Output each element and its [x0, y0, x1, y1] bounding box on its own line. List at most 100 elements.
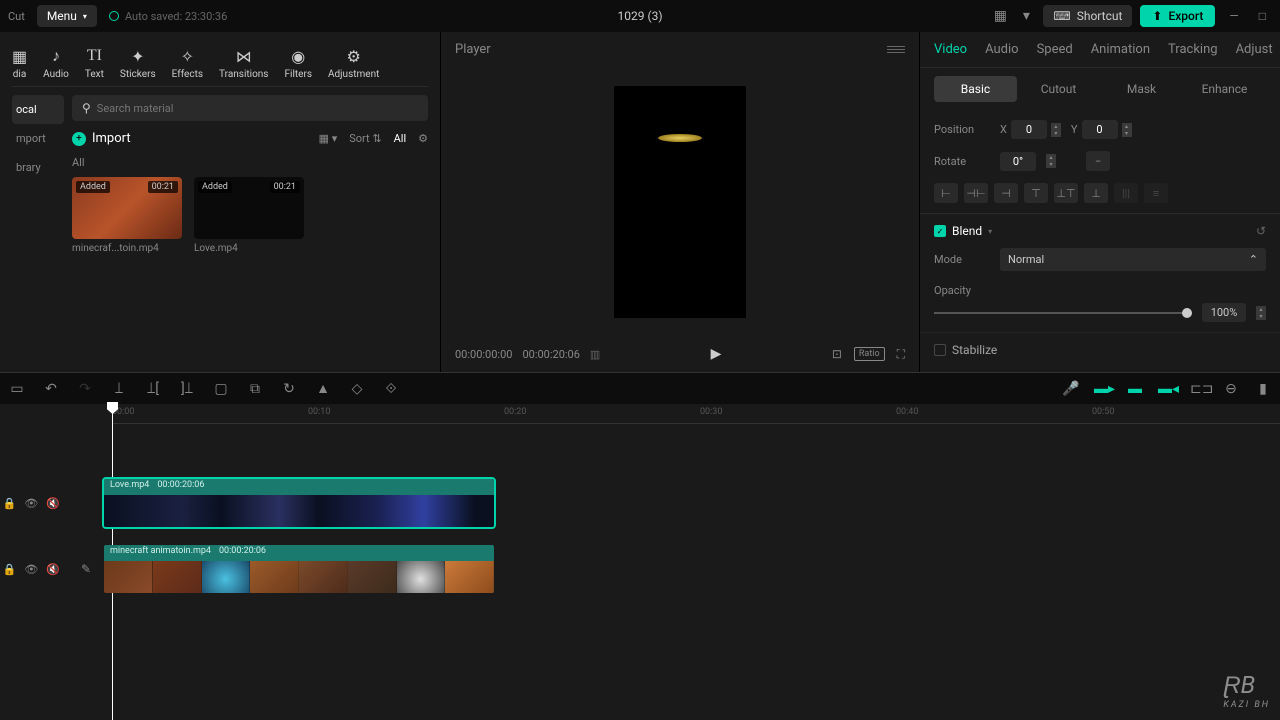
blend-checkbox[interactable]: ✓: [934, 225, 946, 237]
snapshot-icon[interactable]: ⊡: [832, 347, 842, 361]
layout-dropdown[interactable]: ▾: [1017, 8, 1035, 24]
track-lock-icon[interactable]: 🔒: [3, 563, 17, 576]
filter-all-button[interactable]: All: [394, 132, 407, 145]
subtab-cutout[interactable]: Cutout: [1017, 76, 1100, 102]
side-tab-local[interactable]: ocal: [12, 95, 64, 124]
side-tab-library[interactable]: brary: [12, 153, 64, 182]
nav-effects[interactable]: ✧Effects: [172, 46, 203, 80]
search-input-container[interactable]: ⚲: [72, 95, 428, 121]
x-step-up[interactable]: ▴: [1051, 123, 1061, 130]
stabilize-checkbox[interactable]: [934, 344, 946, 356]
filter-icon[interactable]: ⚙: [418, 132, 428, 145]
rotate-step-down[interactable]: ▾: [1046, 161, 1056, 168]
copy-icon[interactable]: ⧉: [246, 381, 264, 397]
ratio-button[interactable]: Ratio: [854, 347, 885, 361]
minimize-button[interactable]: —: [1223, 9, 1244, 23]
subtab-mask[interactable]: Mask: [1100, 76, 1183, 102]
media-item[interactable]: Added 00:21 Love.mp4: [194, 177, 304, 254]
opacity-value[interactable]: 100%: [1202, 303, 1246, 322]
delete-icon[interactable]: ▢: [212, 381, 230, 397]
undo-icon[interactable]: ↶: [42, 381, 60, 397]
shortcut-button[interactable]: ⌨ Shortcut: [1043, 5, 1132, 27]
nav-text[interactable]: TIText: [85, 46, 104, 80]
tab-video[interactable]: Video: [934, 42, 967, 57]
opacity-slider[interactable]: [934, 312, 1192, 314]
track-visible-icon[interactable]: 👁: [24, 563, 38, 576]
blend-mode-select[interactable]: Normal⌃: [1000, 248, 1266, 271]
fullscreen-icon[interactable]: ⛶: [897, 347, 905, 362]
timeline-clip[interactable]: Love.mp4 00:00:20:06: [102, 477, 496, 529]
layout-icon[interactable]: ▦: [991, 8, 1009, 24]
nav-transitions[interactable]: ⋈Transitions: [219, 46, 268, 80]
tab-audio[interactable]: Audio: [985, 42, 1018, 57]
reverse-icon[interactable]: ↻: [280, 381, 298, 397]
redo-icon[interactable]: ↷: [76, 381, 94, 397]
track-mute-icon[interactable]: 🔇: [46, 497, 60, 510]
menu-button[interactable]: Menu: [37, 5, 97, 27]
nav-filters[interactable]: ◉Filters: [284, 46, 312, 80]
nav-stickers[interactable]: ✦Stickers: [120, 46, 156, 80]
media-item[interactable]: Added 00:21 minecraf...toin.mp4: [72, 177, 182, 254]
subtab-enhance[interactable]: Enhance: [1183, 76, 1266, 102]
track-mute-icon[interactable]: 🔇: [46, 563, 60, 576]
track-toggle-1-icon[interactable]: ▬▸: [1094, 380, 1112, 397]
align-top-icon[interactable]: ⊤: [1024, 183, 1048, 203]
align-right-icon[interactable]: ⊣: [994, 183, 1018, 203]
blend-reset-icon[interactable]: ↺: [1256, 224, 1266, 238]
split-icon[interactable]: ⟘: [110, 381, 128, 397]
tab-animation[interactable]: Animation: [1091, 42, 1150, 57]
timeline-ruler[interactable]: 00:00 00:10 00:20 00:30 00:40 00:50: [112, 404, 1280, 424]
selection-tool-icon[interactable]: ▭: [8, 381, 26, 397]
y-step-up[interactable]: ▴: [1122, 123, 1132, 130]
import-button[interactable]: + Import: [72, 131, 131, 146]
rotate-icon[interactable]: ◇: [348, 381, 366, 397]
track-edit-icon[interactable]: ✎: [81, 562, 91, 576]
sort-button[interactable]: Sort ⇅: [349, 132, 381, 145]
split-right-icon[interactable]: ]⟘: [178, 381, 196, 397]
align-center-v-icon[interactable]: ⊥⊤: [1054, 183, 1078, 203]
track-toggle-3-icon[interactable]: ▬◂: [1158, 380, 1176, 397]
rotate-reset-icon[interactable]: −: [1086, 151, 1110, 171]
x-step-down[interactable]: ▾: [1051, 130, 1061, 137]
align-bottom-icon[interactable]: ⊥: [1084, 183, 1108, 203]
grid-view-icon[interactable]: ▦ ▾: [319, 132, 338, 145]
tab-tracking[interactable]: Tracking: [1168, 42, 1218, 57]
maximize-button[interactable]: □: [1253, 9, 1272, 23]
position-x-input[interactable]: [1011, 120, 1047, 139]
rotate-input[interactable]: [1000, 152, 1036, 171]
track-lock-icon[interactable]: 🔒: [3, 497, 17, 510]
subtab-basic[interactable]: Basic: [934, 76, 1017, 102]
crop-icon[interactable]: ⟐: [382, 381, 400, 397]
split-left-icon[interactable]: ⟘[: [144, 381, 162, 397]
align-center-h-icon[interactable]: ⊣⊢: [964, 183, 988, 203]
zoom-slider-icon[interactable]: ▮: [1254, 381, 1272, 397]
position-y-input[interactable]: [1082, 120, 1118, 139]
track-visible-icon[interactable]: 👁: [24, 497, 38, 510]
opacity-step-up[interactable]: ▴: [1256, 306, 1266, 313]
export-button[interactable]: ⬆ Export: [1140, 5, 1215, 27]
play-button[interactable]: ▶: [711, 346, 722, 362]
opacity-step-down[interactable]: ▾: [1256, 313, 1266, 320]
opacity-label: Opacity: [934, 284, 971, 297]
tab-speed[interactable]: Speed: [1037, 42, 1073, 57]
player-viewport[interactable]: [441, 67, 919, 336]
timeline-clip[interactable]: minecraft animatoin.mp4 00:00:20:06: [102, 543, 496, 595]
rotate-step-up[interactable]: ▴: [1046, 154, 1056, 161]
nav-media[interactable]: ▦dia: [12, 46, 27, 80]
distribute-v-icon[interactable]: ≡: [1144, 183, 1168, 203]
distribute-h-icon[interactable]: |||: [1114, 183, 1138, 203]
nav-audio[interactable]: ♪Audio: [43, 46, 69, 80]
tab-adjust[interactable]: Adjust: [1236, 42, 1273, 57]
nav-adjustment[interactable]: ⚙Adjustment: [328, 46, 379, 80]
player-menu-icon[interactable]: [887, 46, 905, 53]
zoom-out-icon[interactable]: ⊖: [1222, 381, 1240, 397]
mic-icon[interactable]: 🎤: [1062, 381, 1080, 397]
align-left-icon[interactable]: ⊢: [934, 183, 958, 203]
side-tab-import[interactable]: mport: [12, 124, 64, 153]
compare-icon[interactable]: ▥: [590, 348, 600, 361]
track-toggle-2-icon[interactable]: ▬: [1126, 380, 1144, 397]
magnet-icon[interactable]: ⊏⊐: [1190, 381, 1208, 397]
mirror-icon[interactable]: ▲: [314, 380, 332, 397]
y-step-down[interactable]: ▾: [1122, 130, 1132, 137]
search-input[interactable]: [97, 102, 418, 115]
